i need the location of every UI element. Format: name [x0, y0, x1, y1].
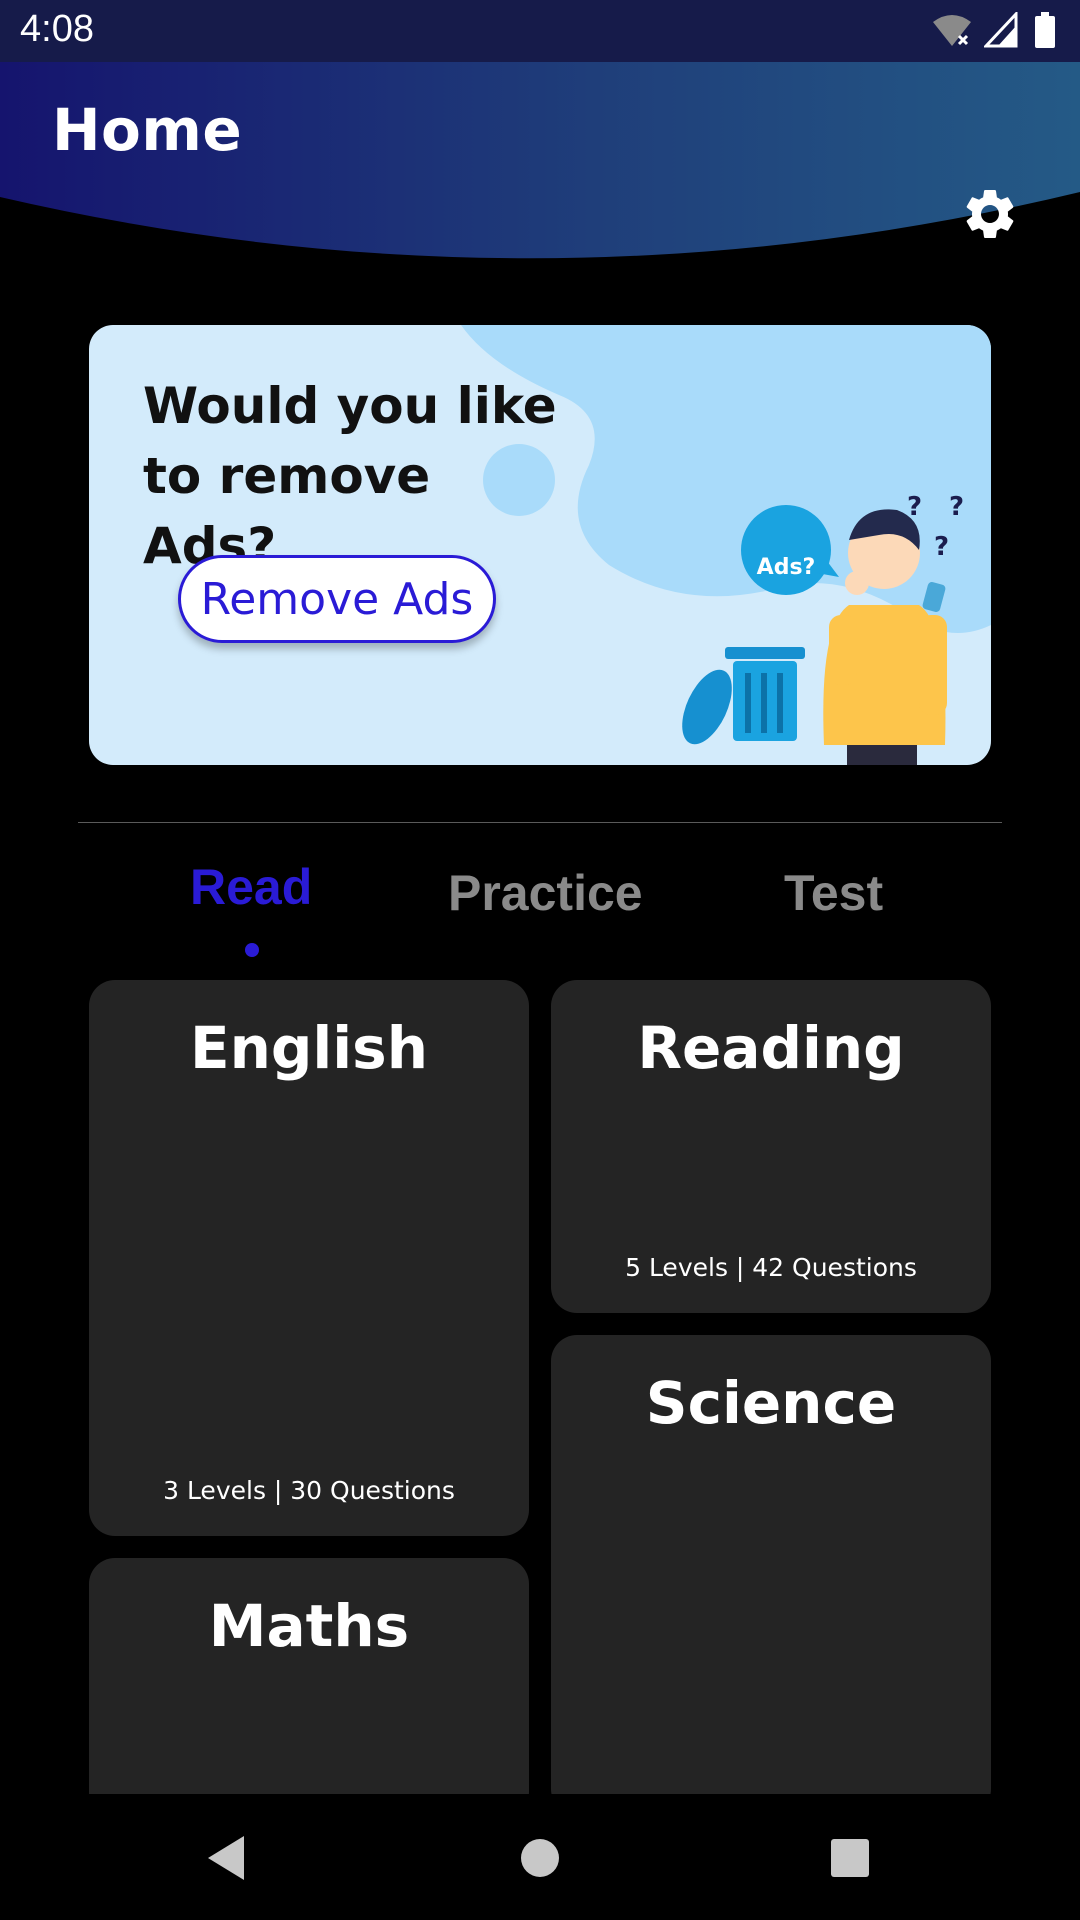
home-icon[interactable]	[520, 1838, 560, 1878]
card-title: Science	[645, 1369, 897, 1437]
wifi-off-icon	[933, 15, 971, 46]
header: Home	[0, 62, 1080, 262]
settings-button[interactable]	[960, 184, 1020, 244]
ad-bubble-text: Ads?	[756, 555, 816, 580]
card-meta: 3 Levels | 30 Questions	[163, 1476, 455, 1505]
tab-read[interactable]: Read	[190, 858, 312, 916]
question-mark: ?	[949, 492, 964, 522]
ad-question: Would you like to remove Ads?	[143, 377, 557, 575]
remove-ads-button[interactable]: Remove Ads	[178, 555, 496, 643]
tab-test[interactable]: Test	[784, 864, 883, 922]
status-icons	[932, 12, 1062, 50]
subject-card-science[interactable]: Science	[551, 1335, 991, 1815]
card-title: Maths	[208, 1592, 410, 1660]
subject-card-english[interactable]: English 3 Levels | 30 Questions	[89, 980, 529, 1536]
card-title: English	[189, 1014, 428, 1082]
back-icon[interactable]	[204, 1834, 248, 1882]
subject-card-reading[interactable]: Reading 5 Levels | 42 Questions	[551, 980, 991, 1313]
status-bar: 4:08	[0, 0, 1080, 62]
navigation-bar	[0, 1794, 1080, 1920]
ad-banner[interactable]: ? ? ? Would you like to remove Ads? Ads?…	[89, 325, 991, 765]
status-time: 4:08	[20, 8, 94, 50]
active-tab-indicator	[245, 943, 259, 957]
battery-icon	[1035, 12, 1055, 48]
card-title: Reading	[637, 1014, 905, 1082]
tab-practice[interactable]: Practice	[448, 864, 643, 922]
page-title: Home	[52, 96, 243, 164]
question-mark: ?	[934, 532, 949, 562]
divider	[78, 822, 1002, 823]
subject-card-maths[interactable]: Maths	[89, 1558, 529, 1818]
signal-icon	[984, 12, 1018, 48]
card-meta: 5 Levels | 42 Questions	[625, 1253, 917, 1282]
gear-icon	[966, 190, 1014, 238]
recents-icon[interactable]	[830, 1838, 870, 1878]
